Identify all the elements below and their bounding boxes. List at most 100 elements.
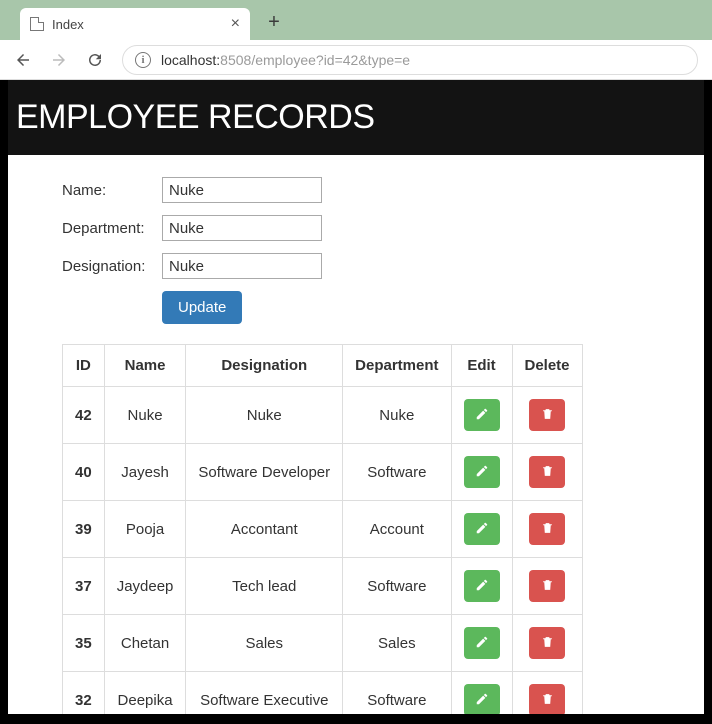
edit-button[interactable]	[464, 456, 500, 488]
col-id: ID	[63, 345, 105, 387]
trash-icon	[541, 407, 554, 424]
edit-button[interactable]	[464, 399, 500, 431]
delete-button[interactable]	[529, 513, 565, 545]
trash-icon	[541, 692, 554, 709]
page: EMPLOYEE RECORDS Name: Department: Desig…	[8, 80, 704, 714]
cell-department: Account	[343, 501, 451, 558]
col-delete: Delete	[512, 345, 582, 387]
cell-designation: Tech lead	[186, 558, 343, 615]
url-host: localhost:	[161, 52, 220, 68]
table-row: 39PoojaAccontantAccount	[63, 501, 583, 558]
cell-delete	[512, 558, 582, 615]
cell-designation: Software Executive	[186, 672, 343, 715]
trash-icon	[541, 521, 554, 538]
page-title: EMPLOYEE RECORDS	[16, 98, 696, 137]
edit-icon	[475, 692, 489, 709]
cell-designation: Software Developer	[186, 444, 343, 501]
new-tab-button[interactable]: +	[262, 10, 286, 34]
designation-label: Designation:	[62, 258, 162, 275]
url-text: localhost:8508/employee?id=42&type=e	[161, 52, 410, 68]
url-port: 8508	[220, 52, 251, 68]
trash-icon	[541, 578, 554, 595]
cell-edit	[451, 558, 512, 615]
cell-department: Software	[343, 558, 451, 615]
form-row-designation: Designation:	[62, 253, 650, 279]
col-edit: Edit	[451, 345, 512, 387]
name-input[interactable]	[162, 177, 322, 203]
browser-toolbar: i localhost:8508/employee?id=42&type=e	[0, 40, 712, 80]
info-icon[interactable]: i	[135, 52, 151, 68]
trash-icon	[541, 464, 554, 481]
reload-button[interactable]	[86, 51, 104, 69]
col-department: Department	[343, 345, 451, 387]
page-header: EMPLOYEE RECORDS	[8, 80, 704, 155]
cell-delete	[512, 615, 582, 672]
edit-button[interactable]	[464, 570, 500, 602]
cell-designation: Accontant	[186, 501, 343, 558]
edit-icon	[475, 464, 489, 481]
form-row-name: Name:	[62, 177, 650, 203]
table-row: 40JayeshSoftware DeveloperSoftware	[63, 444, 583, 501]
cell-name: Nuke	[104, 387, 186, 444]
name-label: Name:	[62, 182, 162, 199]
cell-edit	[451, 387, 512, 444]
cell-id: 40	[63, 444, 105, 501]
tab-strip: Index × +	[0, 0, 712, 40]
cell-name: Deepika	[104, 672, 186, 715]
cell-name: Jaydeep	[104, 558, 186, 615]
cell-department: Software	[343, 672, 451, 715]
delete-button[interactable]	[529, 399, 565, 431]
edit-icon	[475, 578, 489, 595]
table-row: 37JaydeepTech leadSoftware	[63, 558, 583, 615]
document-icon	[30, 17, 44, 31]
table-row: 35ChetanSalesSales	[63, 615, 583, 672]
col-designation: Designation	[186, 345, 343, 387]
browser-tab[interactable]: Index ×	[20, 8, 250, 40]
department-input[interactable]	[162, 215, 322, 241]
cell-delete	[512, 444, 582, 501]
edit-button[interactable]	[464, 513, 500, 545]
cell-department: Software	[343, 444, 451, 501]
tab-title: Index	[52, 17, 84, 32]
close-icon[interactable]: ×	[231, 15, 240, 33]
table-row: 32DeepikaSoftware ExecutiveSoftware	[63, 672, 583, 715]
cell-edit	[451, 501, 512, 558]
cell-edit	[451, 444, 512, 501]
cell-id: 39	[63, 501, 105, 558]
cell-designation: Nuke	[186, 387, 343, 444]
update-button[interactable]: Update	[162, 291, 242, 324]
col-name: Name	[104, 345, 186, 387]
cell-department: Nuke	[343, 387, 451, 444]
edit-button[interactable]	[464, 627, 500, 659]
cell-name: Pooja	[104, 501, 186, 558]
cell-name: Chetan	[104, 615, 186, 672]
edit-icon	[475, 521, 489, 538]
cell-delete	[512, 501, 582, 558]
form-row-department: Department:	[62, 215, 650, 241]
delete-button[interactable]	[529, 570, 565, 602]
url-path: /employee?id=42&type=e	[251, 52, 410, 68]
content: Name: Department: Designation: Update ID…	[8, 155, 704, 714]
cell-edit	[451, 672, 512, 715]
delete-button[interactable]	[529, 684, 565, 714]
cell-name: Jayesh	[104, 444, 186, 501]
forward-button[interactable]	[50, 51, 68, 69]
cell-id: 35	[63, 615, 105, 672]
designation-input[interactable]	[162, 253, 322, 279]
table-row: 42NukeNukeNuke	[63, 387, 583, 444]
employee-table: ID Name Designation Department Edit Dele…	[62, 344, 583, 714]
cell-delete	[512, 387, 582, 444]
edit-button[interactable]	[464, 684, 500, 714]
cell-delete	[512, 672, 582, 715]
address-bar[interactable]: i localhost:8508/employee?id=42&type=e	[122, 45, 698, 75]
cell-id: 32	[63, 672, 105, 715]
delete-button[interactable]	[529, 456, 565, 488]
cell-id: 37	[63, 558, 105, 615]
delete-button[interactable]	[529, 627, 565, 659]
back-button[interactable]	[14, 51, 32, 69]
department-label: Department:	[62, 220, 162, 237]
edit-icon	[475, 635, 489, 652]
table-header-row: ID Name Designation Department Edit Dele…	[63, 345, 583, 387]
cell-department: Sales	[343, 615, 451, 672]
trash-icon	[541, 635, 554, 652]
